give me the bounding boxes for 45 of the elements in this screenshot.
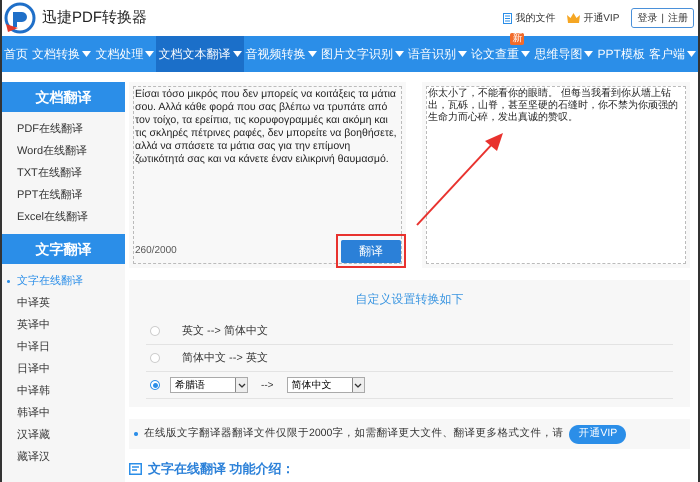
sidebar-heading: 文字翻译 [2, 234, 125, 264]
sidebar-item[interactable]: 日译中 [2, 358, 125, 380]
sidebar-item[interactable]: 汉译藏 [2, 424, 125, 446]
language-select[interactable]: 简体中文 [286, 377, 364, 393]
document-icon [129, 462, 142, 475]
new-badge: 新 [510, 33, 524, 45]
login-link[interactable]: 登录 [637, 10, 658, 26]
register-link[interactable]: 注册 [668, 10, 688, 26]
arrow-text: --> [261, 378, 274, 392]
sidebar-item[interactable]: 英译中 [2, 314, 125, 336]
sidebar-item[interactable]: 藏译汉 [2, 446, 125, 468]
chevron-down-icon [238, 382, 246, 388]
sidebar-item[interactable]: 中译英 [2, 292, 125, 314]
source-text-area[interactable]: Είσαι τόσο μικρός που δεν μπορείς να κοιτάξεις τα μάτια σου. Αλλά κάθε φορά που σας βλέπω να τρυπάτε από τον τοίχο, τα ερείπια, τις κορυφογραμμές και ακόμη και τις σκληρές πέτρινες ραφές, δεν μπορείτε να βοηθήσετε, αλλά να σπάσετε τα μάτια σας για την επίμονη ζωτικότητά σας και να κάνετε έναν ειλικρινή θαυμασμό. [135, 88, 400, 166]
header-link[interactable]: 我的文件 [503, 10, 556, 26]
section-title: 文字在线翻译 功能介绍： [148, 460, 295, 478]
result-text: 你太小了，不能看你的眼睛。 但每当我看到你从墙上钻出，瓦砾，山脊，甚至坚硬的石缝时，你不禁为你顽强的生命力而心碎，发出真诚的赞叹。 [428, 88, 679, 124]
nav-tab[interactable]: 文档文本翻译 [156, 36, 244, 72]
radio-button[interactable] [150, 353, 160, 363]
sidebar-item[interactable]: 韩译中 [2, 402, 125, 424]
bullet-icon [134, 432, 138, 436]
crown-icon [567, 13, 580, 23]
app-title: 迅捷PDF转换器 [42, 8, 147, 28]
sidebar-heading: 文档翻译 [2, 82, 125, 112]
option-label: 英文 --> 简体中文 [182, 324, 268, 339]
char-count: 260/2000 [135, 244, 177, 258]
sidebar-item[interactable]: Word在线翻译 [2, 140, 125, 162]
separator-text: | [661, 12, 664, 26]
document-icon [503, 12, 512, 24]
chevron-down-icon [354, 382, 362, 388]
radio-button[interactable] [150, 380, 160, 390]
language-select[interactable]: 希腊语 [170, 377, 248, 393]
header-link[interactable]: 开通VIP [567, 10, 620, 26]
settings-title: 自定义设置转换如下 [354, 291, 464, 308]
sidebar-item[interactable]: TXT在线翻译 [2, 162, 125, 184]
translate-button[interactable]: 翻译 [341, 240, 401, 262]
sidebar-item[interactable]: 中译韩 [2, 380, 125, 402]
radio-button[interactable] [150, 326, 160, 336]
sidebar-item[interactable]: Excel在线翻译 [2, 206, 125, 228]
sidebar-item[interactable]: PPT在线翻译 [2, 184, 125, 206]
option-label: 简体中文 --> 英文 [182, 350, 268, 366]
bullet-icon [7, 280, 10, 282]
sidebar-item[interactable]: 中译日 [2, 336, 125, 358]
notice-text: 在线版文字翻译器翻译文件仅限于2000字，如需翻译更大文件、翻译更多格式文件，请 [144, 426, 564, 442]
sidebar-item[interactable]: PDF在线翻译 [2, 118, 125, 140]
